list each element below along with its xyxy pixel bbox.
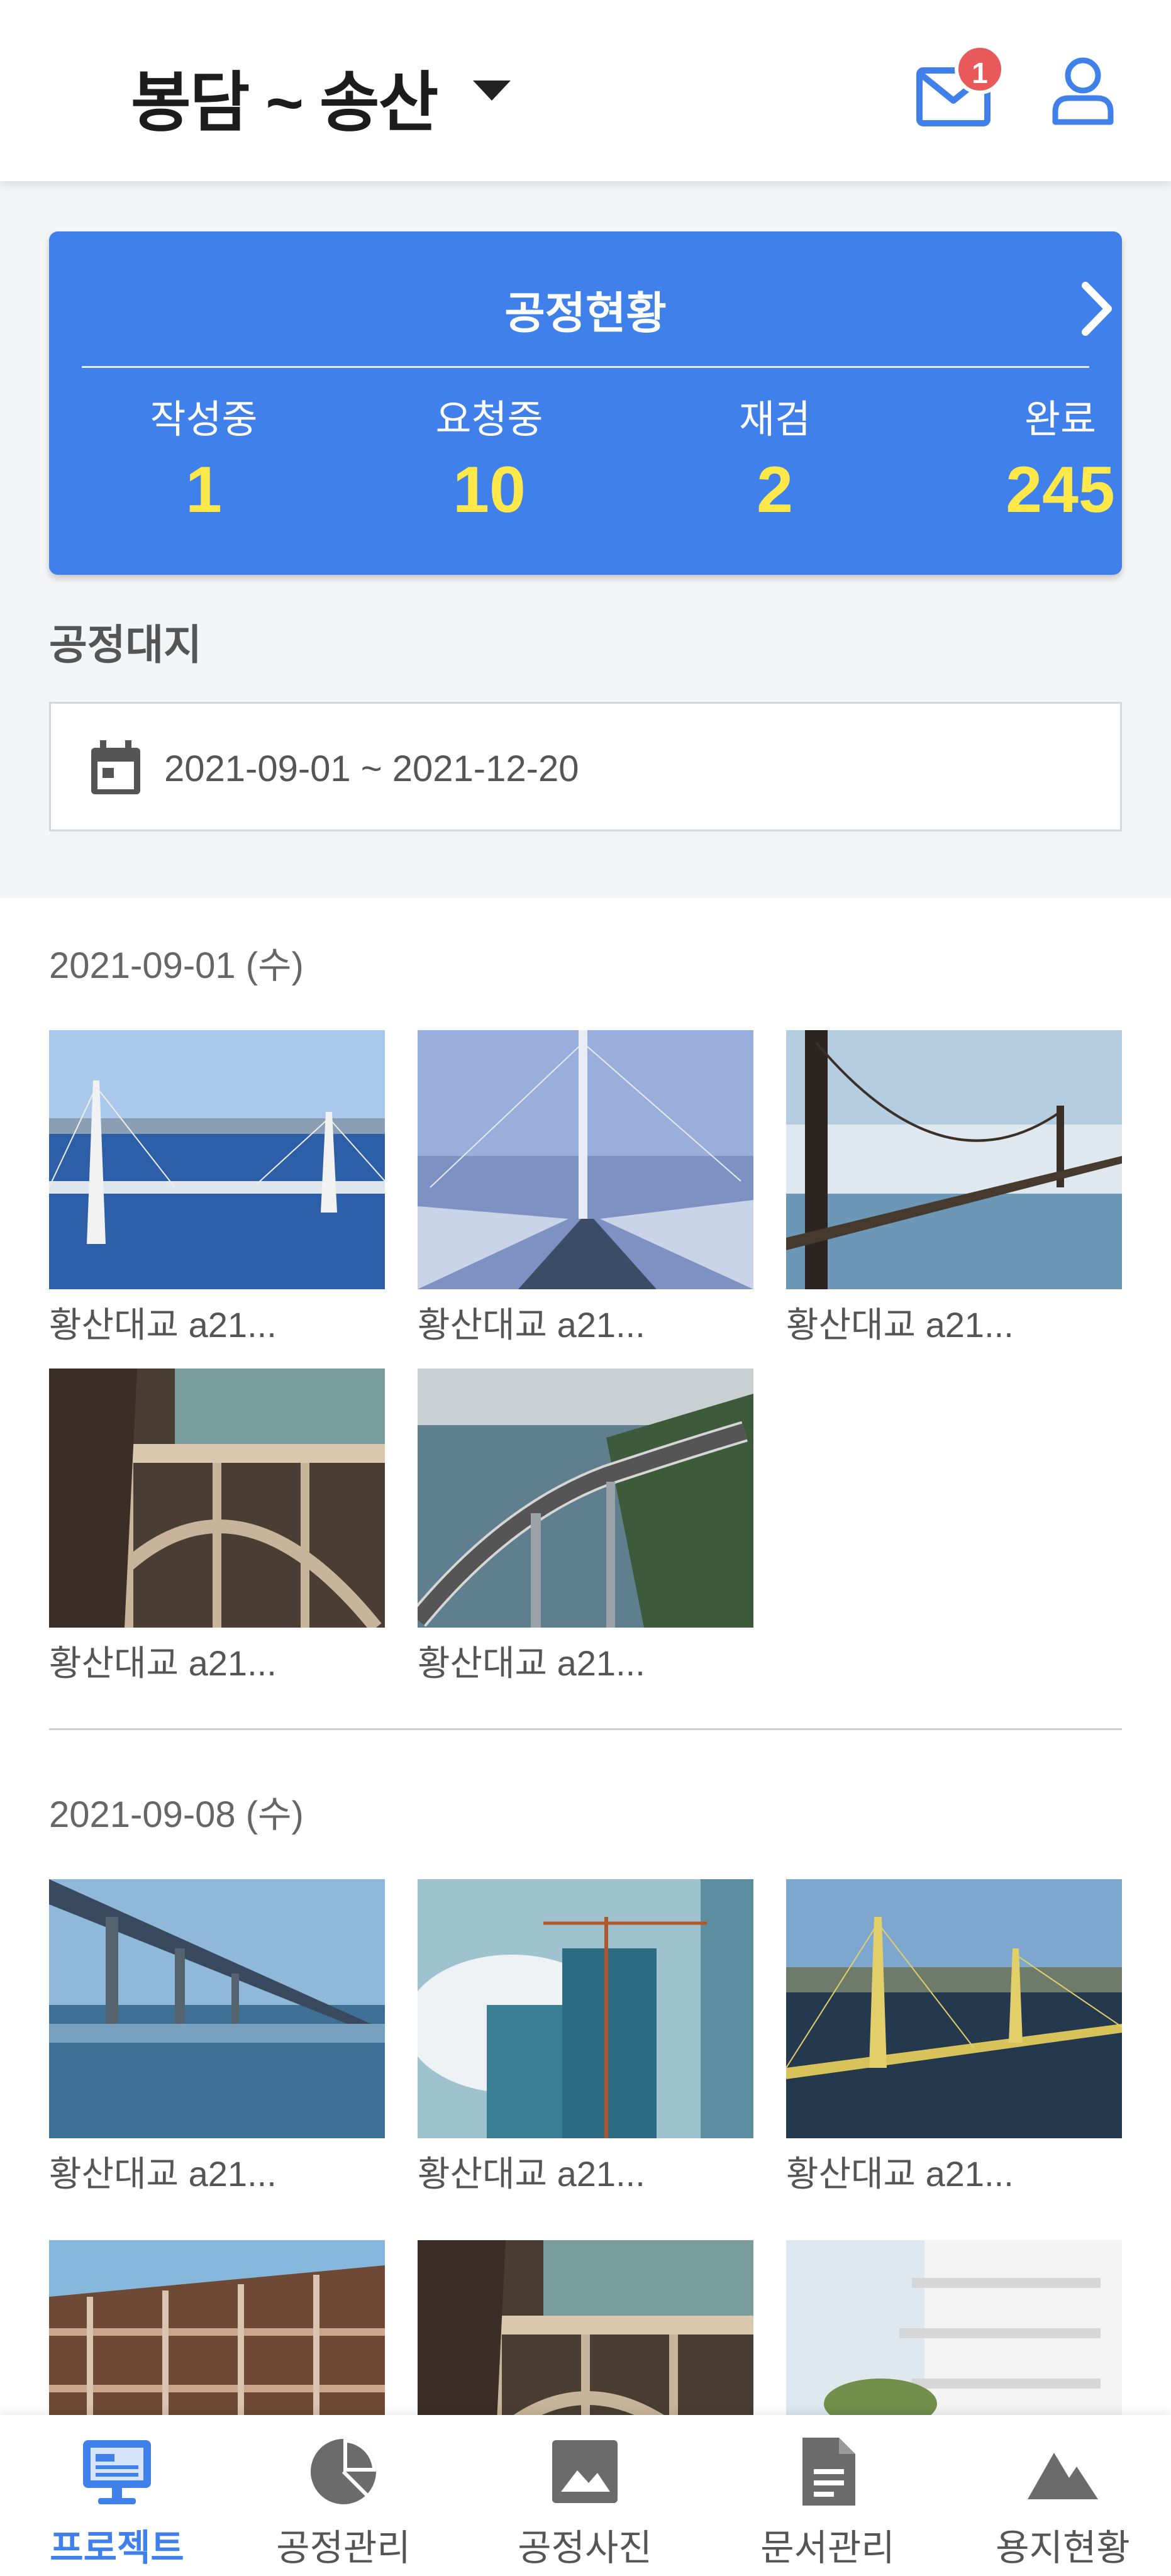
nav-land-status[interactable]: 용지현황 <box>946 2415 1171 2576</box>
nav-label: 프로젝트 <box>50 2528 184 2568</box>
nav-project[interactable]: 프로젝트 <box>0 2415 234 2576</box>
photo-thumbnail[interactable] <box>418 1879 753 2138</box>
photo-caption: 황산대교 a21... <box>786 2154 1014 2194</box>
stat-writing[interactable]: 작성중 1 <box>109 387 298 528</box>
date-range-value: 2021-09-01 ~ 2021-12-20 <box>164 748 579 789</box>
chevron-right-icon[interactable] <box>1079 280 1114 337</box>
mountain-icon <box>1025 2434 1101 2509</box>
nav-process-photos[interactable]: 공정사진 <box>468 2415 702 2576</box>
group-date: 2021-09-01 (수) <box>49 945 304 986</box>
stat-reinspection[interactable]: 재검 2 <box>680 387 869 528</box>
calendar-icon <box>89 739 143 797</box>
bottom-nav: 프로젝트 공정관리 공정사진 문서관리 용지현황 <box>0 2415 1171 2576</box>
stat-label: 재검 <box>738 398 811 441</box>
photo-caption: 황산대교 a21... <box>49 1643 277 1683</box>
pie-chart-icon <box>306 2434 381 2509</box>
stat-label: 요청중 <box>435 398 543 441</box>
group-divider <box>49 1728 1122 1730</box>
photo-thumbnail[interactable] <box>418 1368 753 1628</box>
user-icon[interactable] <box>1050 57 1116 126</box>
nav-label: 공정관리 <box>276 2528 411 2568</box>
stat-label: 작성중 <box>150 398 258 441</box>
nav-label: 문서관리 <box>760 2528 895 2568</box>
section-label: 공정대지 <box>49 621 202 668</box>
photo-thumbnail[interactable] <box>786 1879 1122 2138</box>
process-status-card[interactable]: 공정현황 작성중 1 요청중 10 재검 2 완료 245 <box>49 231 1122 575</box>
image-icon <box>547 2434 623 2509</box>
photo-caption: 황산대교 a21... <box>418 2154 645 2194</box>
nav-label: 용지현황 <box>996 2528 1130 2568</box>
monitor-icon <box>79 2434 155 2509</box>
site-title[interactable]: 봉담 ~ 송산 <box>131 49 438 144</box>
photo-caption: 황산대교 a21... <box>49 2154 277 2194</box>
app-header: 봉담 ~ 송산 1 <box>0 0 1171 181</box>
photo-thumbnail[interactable] <box>49 1030 385 1289</box>
photo-thumbnail[interactable] <box>786 1030 1122 1289</box>
date-range-field[interactable]: 2021-09-01 ~ 2021-12-20 <box>49 702 1122 831</box>
status-card-title: 공정현황 <box>504 289 667 338</box>
stat-label: 완료 <box>1024 398 1097 441</box>
photo-caption: 황산대교 a21... <box>49 1305 277 1345</box>
photo-caption: 황산대교 a21... <box>786 1305 1014 1345</box>
stat-value: 2 <box>757 453 793 526</box>
photo-caption: 황산대교 a21... <box>418 1305 645 1345</box>
group-date: 2021-09-08 (수) <box>49 1794 304 1835</box>
stat-value: 10 <box>453 453 526 526</box>
photo-thumbnail[interactable] <box>418 1030 753 1289</box>
stat-value: 245 <box>1006 453 1115 526</box>
stat-completed[interactable]: 완료 245 <box>966 387 1155 528</box>
photo-thumbnail[interactable] <box>49 1368 385 1628</box>
mail-badge: 1 <box>955 44 1005 94</box>
chevron-down-icon[interactable] <box>473 80 511 101</box>
nav-document-management[interactable]: 문서관리 <box>711 2415 945 2576</box>
photo-caption: 황산대교 a21... <box>418 1643 645 1683</box>
nav-process-management[interactable]: 공정관리 <box>226 2415 460 2576</box>
nav-label: 공정사진 <box>518 2528 652 2568</box>
document-icon <box>790 2434 865 2509</box>
card-divider <box>82 366 1089 368</box>
stat-value: 1 <box>186 453 222 526</box>
stat-requesting[interactable]: 요청중 10 <box>395 387 584 528</box>
photo-thumbnail[interactable] <box>49 1879 385 2138</box>
